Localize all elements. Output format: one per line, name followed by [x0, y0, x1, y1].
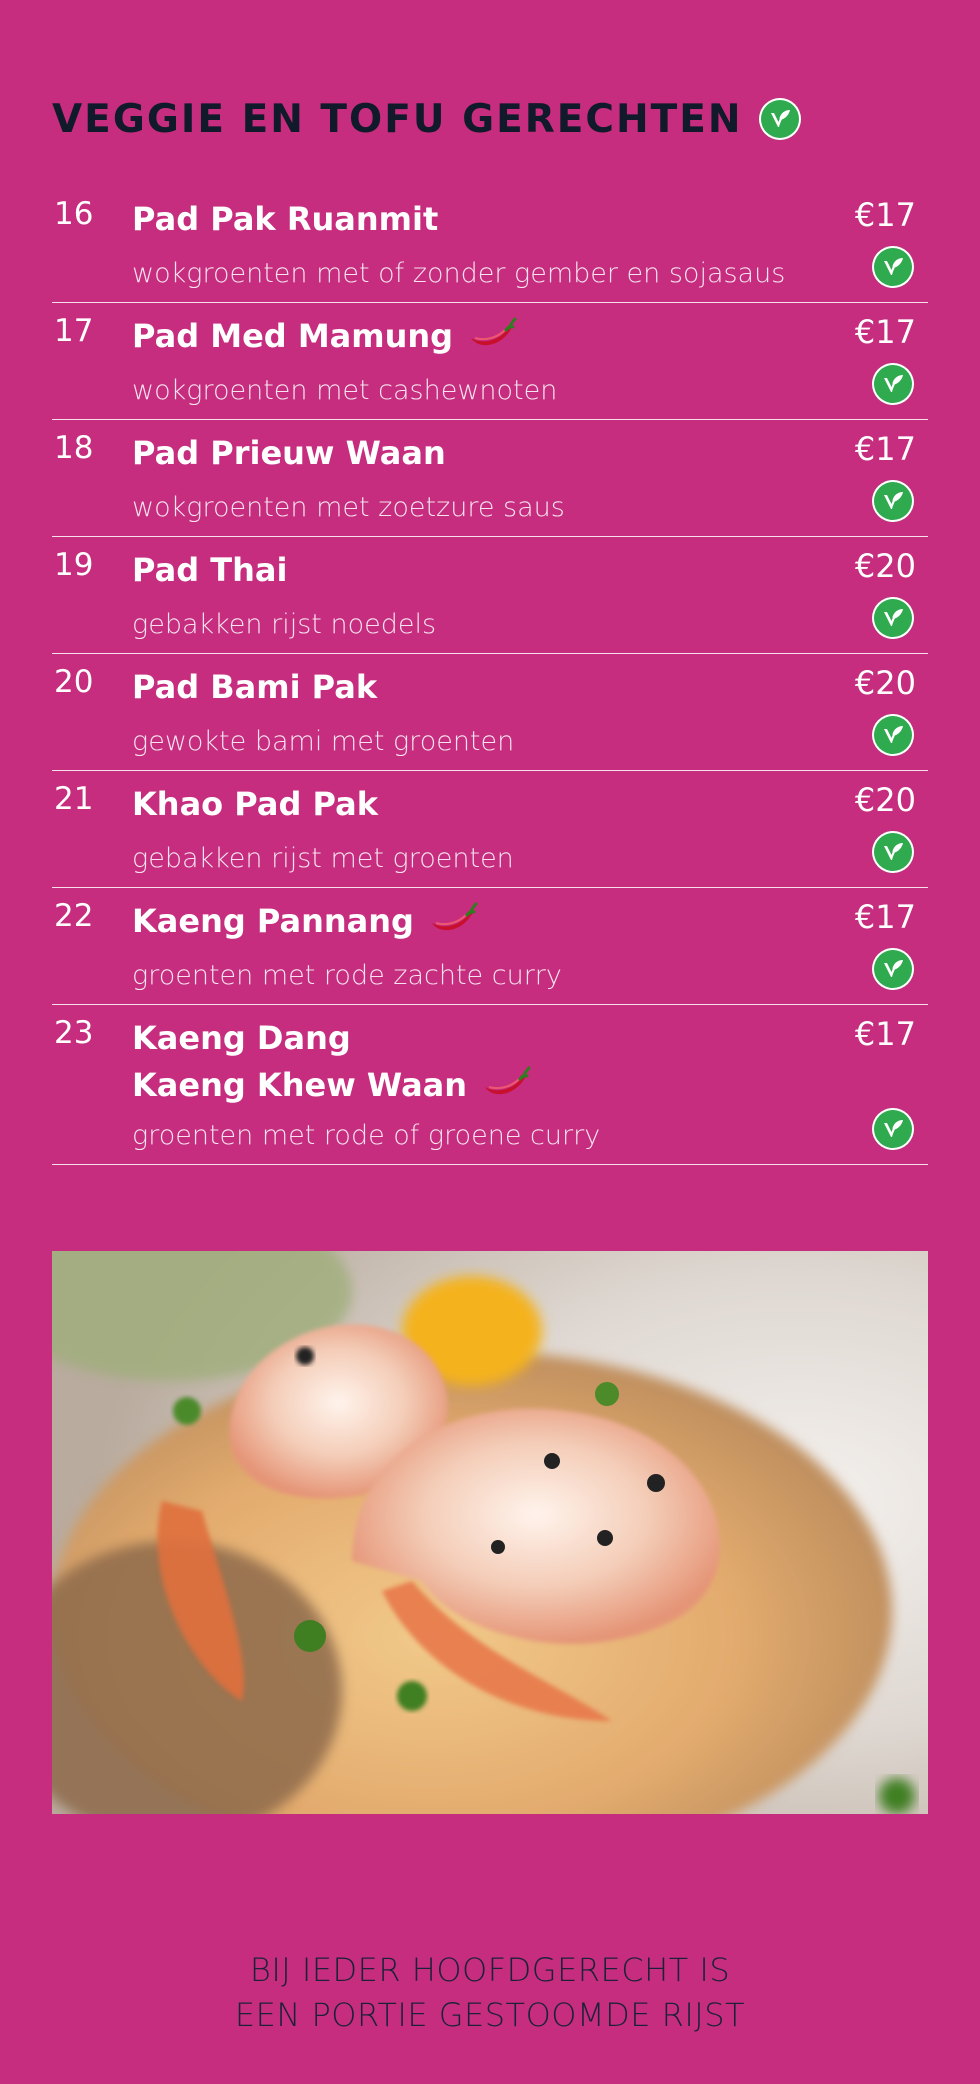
item-name-line: Pad Pak Ruanmit [132, 196, 438, 243]
item-number: 23 [54, 1015, 94, 1051]
item-name-line: Pad Prieuw Waan [132, 430, 446, 477]
item-description: gewokte bami met groenten [132, 725, 515, 757]
item-names: Khao Pad Pak [132, 781, 378, 828]
menu-page: VEGGIE EN TOFU GERECHTEN 16 Pad Pak Ruanm… [0, 0, 980, 2084]
item-number: 22 [54, 898, 94, 934]
item-description: groenten met rode of groene curry [132, 1119, 601, 1151]
vegan-leaf-icon [872, 363, 914, 405]
item-description: wokgroenten met zoetzure saus [132, 491, 565, 523]
item-name-line: Pad Thai [132, 547, 287, 594]
vegan-leaf-icon [872, 597, 914, 639]
item-name-line: Kaeng Pannang [132, 898, 478, 945]
item-names: Pad Bami Pak [132, 664, 377, 711]
vegan-leaf-icon [758, 98, 801, 140]
item-name-line: Pad Med Mamung [132, 313, 517, 360]
menu-item: 17 Pad Med Mamung wokgroenten met cashewno… [52, 303, 928, 420]
vegan-leaf-icon [872, 1108, 914, 1150]
menu-item: 23 Kaeng Dang Kaeng Khew Waan groenten met … [52, 1005, 928, 1165]
item-name-line: Pad Bami Pak [132, 664, 377, 711]
item-name: Pad Med Mamung [132, 317, 454, 356]
item-price: €20 [854, 664, 916, 702]
item-name: Kaeng Pannang [132, 902, 414, 941]
item-name: Kaeng Khew Waan [132, 1066, 468, 1105]
menu-list: 16 Pad Pak Ruanmit wokgroenten met of zond… [52, 186, 928, 1165]
item-number: 20 [54, 664, 94, 700]
chili-pepper-icon [467, 316, 517, 356]
item-price: €20 [854, 547, 916, 585]
item-names: Pad Med Mamung [132, 313, 517, 360]
vegan-leaf-icon [872, 246, 914, 288]
item-description: wokgroenten met cashewnoten [132, 374, 558, 406]
item-description: gebakken rijst noedels [132, 608, 437, 640]
item-description: gebakken rijst met groenten [132, 842, 514, 874]
item-price: €17 [854, 430, 916, 468]
item-number: 18 [54, 430, 94, 466]
section-title: VEGGIE EN TOFU GERECHTEN [52, 96, 743, 142]
food-photo [52, 1251, 928, 1814]
footer-note: BIJ IEDER HOOFDGERECHT IS EEN PORTIE GES… [0, 1948, 980, 2038]
vegan-leaf-icon [872, 480, 914, 522]
item-number: 21 [54, 781, 94, 817]
item-names: Pad Prieuw Waan [132, 430, 446, 477]
item-number: 17 [54, 313, 94, 349]
item-price: €20 [854, 781, 916, 819]
vegan-leaf-icon [872, 831, 914, 873]
menu-item: 18 Pad Prieuw Waan wokgroenten met zoetzur… [52, 420, 928, 537]
item-price: €17 [854, 313, 916, 351]
item-description: wokgroenten met of zonder gember en soja… [132, 257, 786, 289]
menu-item: 21 Khao Pad Pak gebakken rijst met groente… [52, 771, 928, 888]
item-number: 19 [54, 547, 94, 583]
item-names: Kaeng Dang Kaeng Khew Waan [132, 1015, 531, 1109]
item-price: €17 [854, 1015, 916, 1053]
menu-item: 16 Pad Pak Ruanmit wokgroenten met of zond… [52, 186, 928, 303]
item-name-line: Kaeng Dang [132, 1015, 531, 1062]
item-name: Pad Thai [132, 551, 288, 590]
footer-line-1: BIJ IEDER HOOFDGERECHT IS [249, 1951, 731, 1989]
menu-item: 19 Pad Thai gebakken rijst noedels €20 [52, 537, 928, 654]
item-description: groenten met rode zachte curry [132, 959, 562, 991]
item-names: Kaeng Pannang [132, 898, 478, 945]
vegan-leaf-icon [872, 714, 914, 756]
item-name: Pad Pak Ruanmit [132, 200, 439, 239]
item-names: Pad Pak Ruanmit [132, 196, 438, 243]
item-price: €17 [854, 196, 916, 234]
item-name-line: Khao Pad Pak [132, 781, 378, 828]
item-number: 16 [54, 196, 94, 232]
item-name: Khao Pad Pak [132, 785, 378, 824]
vegan-leaf-icon [872, 948, 914, 990]
chili-pepper-icon [428, 901, 478, 941]
item-name: Pad Prieuw Waan [132, 434, 446, 473]
item-name: Kaeng Dang [132, 1019, 351, 1058]
chili-pepper-icon [481, 1065, 531, 1105]
menu-item: 22 Kaeng Pannang groenten met rode zachte … [52, 888, 928, 1005]
item-price: €17 [854, 898, 916, 936]
section-header: VEGGIE EN TOFU GERECHTEN [52, 98, 801, 140]
item-name-line: Kaeng Khew Waan [132, 1062, 531, 1109]
menu-item: 20 Pad Bami Pak gewokte bami met groenten €… [52, 654, 928, 771]
item-name: Pad Bami Pak [132, 668, 378, 707]
footer-line-2: EEN PORTIE GESTOOMDE RIJST [234, 1995, 746, 2034]
item-names: Pad Thai [132, 547, 287, 594]
